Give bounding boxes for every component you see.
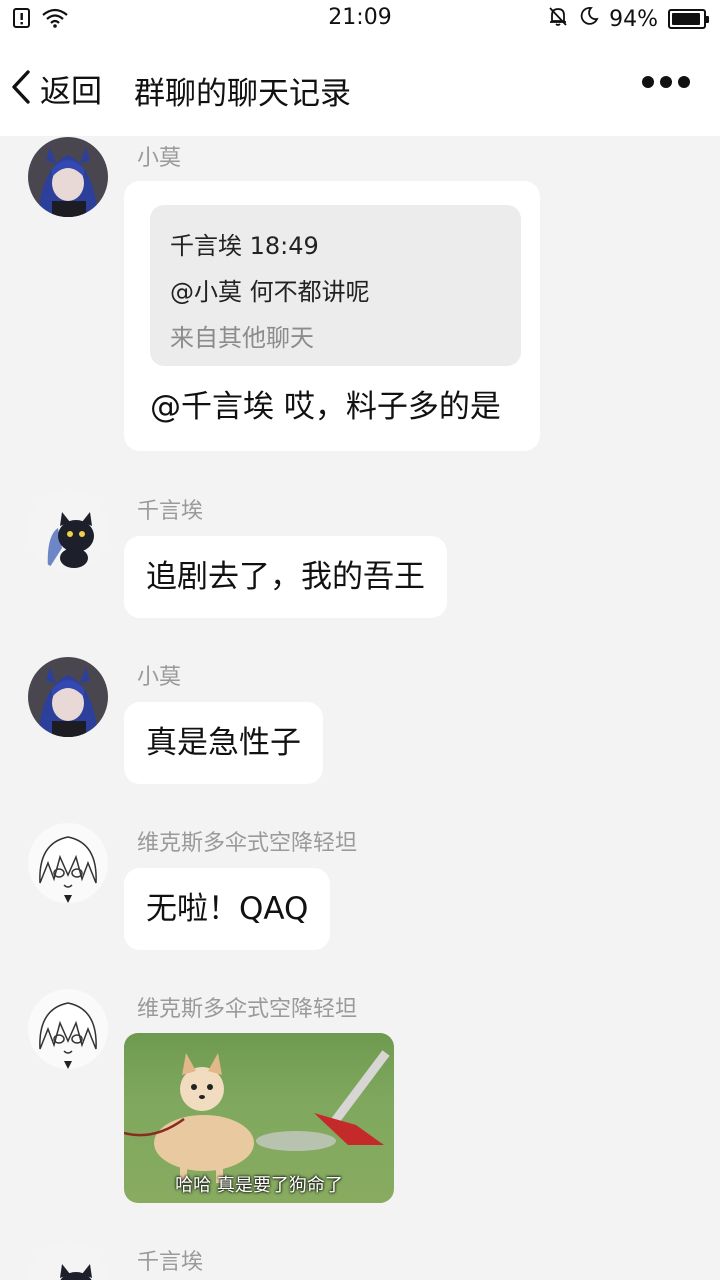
avatar[interactable] (28, 137, 108, 217)
chat-header: 返回 群聊的聊天记录 (0, 38, 720, 136)
quote-text: @小莫 何不都讲呢 (170, 278, 370, 306)
quoted-message[interactable]: 千言埃 18:49 @小莫 何不都讲呢 来自其他聊天 (150, 205, 521, 366)
page-title: 群聊的聊天记录 (134, 76, 351, 112)
chevron-left-icon (10, 69, 32, 109)
avatar[interactable] (28, 490, 108, 570)
sender-name: 维克斯多伞式空降轻坦 (137, 997, 358, 1022)
message-text: 无啦！QAQ (146, 891, 309, 927)
moon-icon (579, 6, 599, 32)
avatar[interactable] (28, 1242, 108, 1280)
message-bubble[interactable]: 真是急性子 (124, 702, 323, 784)
quote-author-time: 千言埃 18:49 (170, 232, 319, 260)
avatar[interactable] (28, 823, 108, 903)
back-button[interactable]: 返回 (10, 66, 102, 111)
status-bar: 21:09 94% (0, 0, 720, 38)
message-text: @千言埃 哎，料子多的是 (150, 389, 501, 425)
sticker-image[interactable]: 哈哈 真是要了狗命了 (124, 1033, 394, 1203)
message-text: 追剧去了，我的吾王 (146, 559, 425, 595)
sender-name: 千言埃 (137, 499, 204, 524)
sender-name: 千言埃 (137, 1250, 204, 1275)
message-bubble[interactable]: 千言埃 18:49 @小莫 何不都讲呢 来自其他聊天 @千言埃 哎，料子多的是 (124, 181, 540, 451)
sender-name: 小莫 (137, 146, 182, 171)
message-bubble[interactable]: 无啦！QAQ (124, 868, 331, 950)
back-label: 返回 (40, 74, 102, 110)
sender-name: 小莫 (137, 665, 182, 690)
more-dots-icon[interactable] (642, 76, 690, 88)
sticker-caption: 哈哈 真是要了狗命了 (175, 1175, 343, 1196)
avatar[interactable] (28, 657, 108, 737)
message-bubble[interactable]: 追剧去了，我的吾王 (124, 536, 447, 618)
avatar[interactable] (28, 989, 108, 1069)
battery-icon (668, 9, 709, 29)
sender-name: 维克斯多伞式空降轻坦 (137, 831, 358, 856)
quote-source: 来自其他聊天 (170, 324, 314, 352)
battery-percent: 94% (609, 6, 658, 32)
mute-bell-icon (547, 5, 569, 33)
message-text: 真是急性子 (146, 725, 301, 761)
